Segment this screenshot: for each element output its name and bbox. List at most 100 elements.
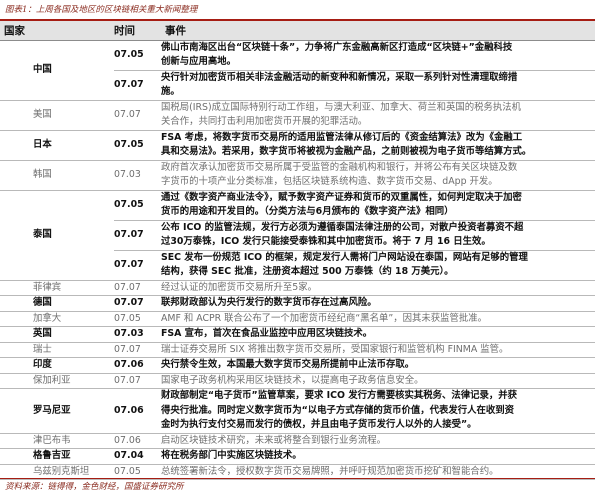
table-row: 津巴布韦 07.06 启动区块链技术研究，未来或将整合到银行业务流程。 — [0, 433, 595, 449]
time-cell: 07.05 — [114, 311, 161, 327]
event-text-line: 经过认证的加密货币交易所升至5家。 — [161, 281, 317, 293]
table-row: 格鲁吉亚 07.04 将在税务部门中实施区块链技术。 — [0, 448, 595, 465]
country-cell: 津巴布韦 — [0, 433, 114, 449]
event-text-line: 金时为执行支付交易而发行的债权，并且由电子货币发行人以外的人接受”。 — [161, 419, 477, 430]
time-cell: 07.07 — [114, 295, 161, 312]
table-row: 加拿大 07.05 AMF 和 ACPR 联合公布了一个加密货币经纪商“黑名单”，因… — [0, 311, 595, 327]
event-text-line: 央行禁令生效，本国最大数字货币交易所提前中止法币存取。 — [161, 359, 415, 370]
table-row: 韩国 07.03 政府首次承认加密货币交易所属于受监管的金融机构和银行，并将公布有关… — [0, 160, 595, 191]
country-cell: 中国 — [0, 40, 114, 101]
event-text-line: 国税局(IRS)成立国际特别行动工作组，与澳大利亚、加拿大、荷兰和英国的税务执法… — [161, 101, 522, 113]
event-text-line: 结构，获得 SEC 批准，注册资本超过 500 万泰铢（约 18 万美元）。 — [161, 266, 454, 277]
country-cell: 加拿大 — [0, 311, 114, 327]
time-cell: 07.07 — [114, 342, 161, 358]
source-note: 资料来源：链得得，金色财经，国盛证券研究所 — [5, 482, 184, 492]
table-row: 菲律宾 07.07 经过认证的加密货币交易所升至5家。 — [0, 280, 595, 296]
event-text-line: 联邦财政部认为央行发行的数字货币存在过高风险。 — [161, 297, 377, 308]
event-cell: 将在税务部门中实施区块链技术。 — [161, 448, 595, 465]
event-text-line: 政府首次承认加密货币交易所属于受监管的金融机构和银行，并将公布有关区块链及数 — [161, 161, 518, 173]
time-cell: 07.07 — [114, 220, 161, 251]
header-row: 国家 时间 事件 — [0, 21, 595, 41]
time-cell: 07.03 — [114, 160, 161, 191]
event-cell: 启动区块链技术研究，未来或将整合到银行业务流程。 — [161, 433, 595, 449]
table-row: 英国 07.03 FSA 宣布，首次在食品业监控中应用区块链技术。 — [0, 326, 595, 343]
table-row: 德国 07.07 联邦财政部认为央行发行的数字货币存在过高风险。 — [0, 295, 595, 312]
event-text-line: 施。 — [161, 86, 180, 97]
time-cell: 07.07 — [114, 373, 161, 389]
time-cell: 07.05 — [114, 40, 161, 71]
event-text-line: 具和交易法》。若采用，数字货币将被视为金融产品，之前则被视为电子货币等结算方式。 — [161, 146, 532, 157]
event-cell: FSA 宣布，首次在食品业监控中应用区块链技术。 — [161, 326, 595, 343]
time-cell: 07.05 — [114, 190, 161, 221]
table-row: 美国 07.07 国税局(IRS)成立国际特别行动工作组，与澳大利亚、加拿大、荷兰和… — [0, 100, 595, 131]
time-cell: 07.06 — [114, 388, 161, 434]
event-text-line: 通过《数字资产商业法令》，赋予数字资产证券和货币的双重属性，如何判定取决于加密 — [161, 191, 522, 203]
event-text-line: 字货币的十项产业分类标准，包括区块链系统构造、数字货币交易、dApp 开发。 — [161, 176, 498, 187]
country-cell: 英国 — [0, 326, 114, 343]
country-cell: 德国 — [0, 295, 114, 312]
event-text-line: 启动区块链技术研究，未来或将整合到银行业务流程。 — [161, 434, 387, 446]
event-cell: 经过认证的加密货币交易所升至5家。 — [161, 280, 595, 296]
event-text-line: SEC 发布一份规范 ICO 的框架，规定发行人需将门户网站设在泰国，网站有足够… — [161, 251, 528, 263]
event-text-line: FSA 宣布，首次在食品业监控中应用区块链技术。 — [161, 328, 373, 339]
time-cell: 07.06 — [114, 433, 161, 449]
country-cell: 罗马尼亚 — [0, 388, 114, 434]
event-text-line: 得央行批准。同时定义数字货币为“以电子方式存储的货币价值，代表发行人在收到资 — [161, 404, 515, 416]
table-row: 中国 07.05 佛山市南海区出台“区块链十条”，力争将广东金融高新区打造成“区块链… — [0, 40, 595, 101]
news-table: 国家 时间 事件 中国 07.05 佛山市南海区出台“区块链十条”，力争将广东金融高… — [0, 21, 595, 480]
event-cell: 佛山市南海区出台“区块链十条”，力争将广东金融高新区打造成“区块链+”金融科技创… — [161, 40, 595, 71]
event-text-line: AMF 和 ACPR 联合公布了一个加密货币经纪商“黑名单”，因其未获监管批准。 — [161, 312, 488, 324]
table-row: 泰国 07.05 通过《数字资产商业法令》，赋予数字资产证券和货币的双重属性，如何判… — [0, 190, 595, 281]
header-event: 事件 — [161, 21, 595, 41]
time-cell: 07.03 — [114, 326, 161, 343]
event-text-line: 公布 ICO 的监管法规，发行方必须为遵循泰国法律注册的公司，对散户投资者募资不… — [161, 221, 524, 233]
event-cell: 央行针对加密货币相关非法金融活动的新变种和新情况，采取一系列针对性清理取缔措 施。 — [161, 70, 595, 101]
country-cell: 印度 — [0, 357, 114, 374]
event-text-line: 财政部制定“电子货币”监管草案，要求 ICO 发行方需要核实其税务、法律记录，并… — [161, 390, 517, 401]
event-cell: 财政部制定“电子货币”监管草案，要求 ICO 发行方需要核实其税务、法律记录，并… — [161, 388, 595, 434]
table-row: 保加利亚 07.07 国家电子政务机构采用区块链技术，以提高电子政务信息安全。 — [0, 373, 595, 389]
event-text-line: 瑞士证券交易所 SIX 将推出数字货币交易所，受国家银行和监管机构 FINMA … — [161, 343, 509, 355]
event-cell: 通过《数字资产商业法令》，赋予数字资产证券和货币的双重属性，如何判定取决于加密货… — [161, 190, 595, 221]
event-text-line: 将在税务部门中实施区块链技术。 — [161, 450, 302, 461]
event-cell: FSA 考虑，将数字货币交易所的适用监管法律从修订后的《资金结算法》改为《金融工… — [161, 130, 595, 161]
event-cell: 国税局(IRS)成立国际特别行动工作组，与澳大利亚、加拿大、荷兰和英国的税务执法… — [161, 100, 595, 131]
event-cell: AMF 和 ACPR 联合公布了一个加密货币经纪商“黑名单”，因其未获监管批准。 — [161, 311, 595, 327]
table-row: 印度 07.06 央行禁令生效，本国最大数字货币交易所提前中止法币存取。 — [0, 357, 595, 374]
time-cell: 07.07 — [114, 100, 161, 131]
time-cell: 07.07 — [114, 280, 161, 296]
country-cell: 日本 — [0, 130, 114, 161]
event-cell: 瑞士证券交易所 SIX 将推出数字货币交易所，受国家银行和监管机构 FINMA … — [161, 342, 595, 358]
event-text-line: 过30万泰铢，ICO 发行只能接受泰铢和其中加密货币。将于 7 月 16 日生效… — [161, 236, 491, 247]
header-time: 时间 — [114, 21, 161, 41]
time-cell: 07.06 — [114, 357, 161, 374]
event-text-line: 创新与应用高地。 — [161, 56, 237, 67]
table-row: 罗马尼亚 07.06 财政部制定“电子货币”监管草案，要求 ICO 发行方需要核实其… — [0, 388, 595, 434]
time-cell: 07.07 — [114, 250, 161, 281]
time-cell: 07.05 — [114, 130, 161, 161]
country-cell: 韩国 — [0, 160, 114, 191]
event-cell: 央行禁令生效，本国最大数字货币交易所提前中止法币存取。 — [161, 357, 595, 374]
event-text-line: 总统签署新法令，授权数字货币交易牌照，并呼吁规范加密货币挖矿和智能合约。 — [161, 465, 499, 477]
header-country: 国家 — [0, 21, 114, 41]
event-cell: SEC 发布一份规范 ICO 的框架，规定发行人需将门户网站设在泰国，网站有足够… — [161, 250, 595, 281]
event-text-line: 国家电子政务机构采用区块链技术，以提高电子政务信息安全。 — [161, 374, 424, 386]
country-cell: 菲律宾 — [0, 280, 114, 296]
event-text-line: 央行针对加密货币相关非法金融活动的新变种和新情况，采取一系列针对性清理取缔措 — [161, 71, 518, 83]
event-cell: 政府首次承认加密货币交易所属于受监管的金融机构和银行，并将公布有关区块链及数 字货… — [161, 160, 595, 191]
event-text-line: 货币的用途和开发目的。（分类方法与6月颁布的《数字资产法》相同） — [161, 206, 454, 217]
event-text-line: 关合作，共同打击利用加密货币开展的犯罪活动。 — [161, 116, 368, 127]
country-cell: 保加利亚 — [0, 373, 114, 389]
time-cell: 07.07 — [114, 70, 161, 101]
country-cell: 瑞士 — [0, 342, 114, 358]
event-cell: 国家电子政务机构采用区块链技术，以提高电子政务信息安全。 — [161, 373, 595, 389]
event-cell: 联邦财政部认为央行发行的数字货币存在过高风险。 — [161, 295, 595, 312]
table-row: 日本 07.05 FSA 考虑，将数字货币交易所的适用监管法律从修订后的《资金结算法… — [0, 130, 595, 161]
event-cell: 公布 ICO 的监管法规，发行方必须为遵循泰国法律注册的公司，对散户投资者募资不… — [161, 220, 595, 251]
event-text-line: FSA 考虑，将数字货币交易所的适用监管法律从修订后的《资金结算法》改为《金融工 — [161, 131, 523, 143]
time-cell: 07.04 — [114, 448, 161, 465]
country-cell: 泰国 — [0, 190, 114, 281]
country-cell: 美国 — [0, 100, 114, 131]
event-text-line: 佛山市南海区出台“区块链十条”，力争将广东金融高新区打造成“区块链+”金融科技 — [161, 41, 513, 53]
figure-caption: 图表1：上周各国及地区的区块链相关重大新闻整理 — [5, 5, 198, 15]
